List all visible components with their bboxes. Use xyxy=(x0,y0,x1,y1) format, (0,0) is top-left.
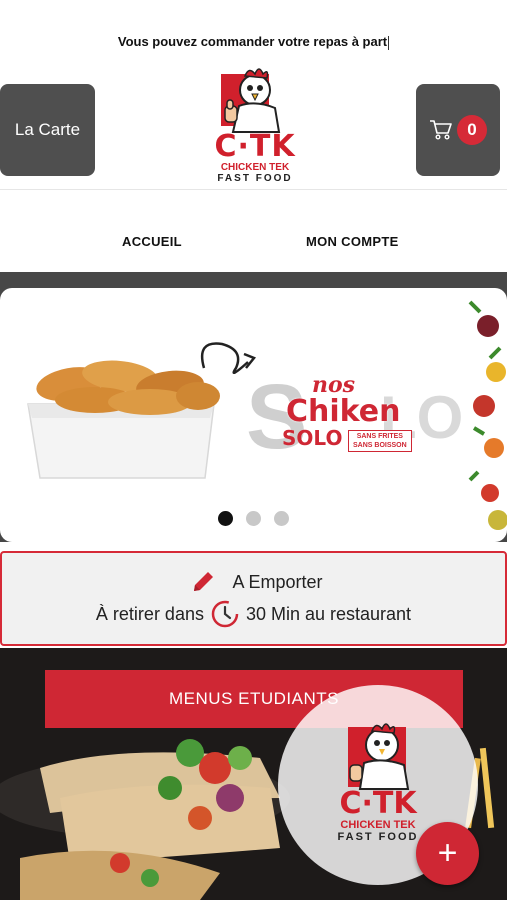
la-carte-label: La Carte xyxy=(14,120,81,139)
logo-wordmark: C·TK CHICKEN TEK FAST FOOD xyxy=(203,129,307,185)
shopping-cart-icon xyxy=(430,120,452,140)
main-nav: ACCUEIL MON COMPTE xyxy=(0,234,507,250)
pickup-prefix-text: À retirer dans xyxy=(95,603,204,624)
promo-tag-line2: SANS BOISSON xyxy=(353,442,407,449)
marquee-text: Vous pouvez commander votre repas à part xyxy=(117,34,388,49)
pickup-mode-label: A Emporter xyxy=(232,571,323,592)
pickup-mode-row: A Emporter xyxy=(2,569,505,595)
cart-count-badge: 0 xyxy=(457,115,487,145)
promo-tag: SANS FRITES SANS BOISSON xyxy=(348,430,412,452)
text-caret xyxy=(388,35,390,50)
la-carte-button[interactable]: La Carte xyxy=(0,84,95,176)
header-divider xyxy=(0,189,507,190)
clock-icon xyxy=(211,600,239,628)
pencil-icon[interactable] xyxy=(190,569,216,595)
plus-icon: + xyxy=(437,834,458,872)
cart-button[interactable]: 0 xyxy=(416,84,500,176)
promo-title: Chiken xyxy=(286,394,401,429)
promo-carousel[interactable]: S LO nos Chiken SOLO SANS FRITES SANS BO… xyxy=(0,288,507,542)
carousel-dot-1[interactable] xyxy=(218,511,233,526)
marquee-banner: Vous pouvez commander votre repas à part xyxy=(0,34,507,50)
promo-tag-line1: SANS FRITES xyxy=(356,433,403,440)
nav-item-accueil[interactable]: ACCUEIL xyxy=(122,234,182,249)
carousel-dot-3[interactable] xyxy=(274,511,289,526)
pickup-time-row: À retirer dans 30 Min au restaurant xyxy=(2,599,505,629)
pickup-info-box[interactable]: A Emporter À retirer dans 30 Min au rest… xyxy=(0,551,507,646)
carousel-dot-2[interactable] xyxy=(246,511,261,526)
nav-item-mon-compte[interactable]: MON COMPTE xyxy=(306,234,399,249)
chicken-tek-logo[interactable]: C·TK CHICKEN TEK FAST FOOD xyxy=(203,66,307,186)
chicken-tenders-promo-image: S LO xyxy=(27,300,507,530)
app-screen: Vous pouvez commander votre repas à part… xyxy=(0,0,507,900)
pickup-suffix-text: 30 Min au restaurant xyxy=(245,603,412,624)
carousel-dots xyxy=(218,511,289,526)
logo-ctk-text: C·TK xyxy=(214,129,296,164)
promo-subtitle: SOLO xyxy=(282,426,343,450)
chicken-mascot-icon xyxy=(221,68,281,133)
add-fab-button[interactable]: + xyxy=(416,822,479,885)
floating-logo-ctk: C·TK xyxy=(339,786,417,821)
logo-fast-food-text: FAST FOOD xyxy=(217,173,293,184)
